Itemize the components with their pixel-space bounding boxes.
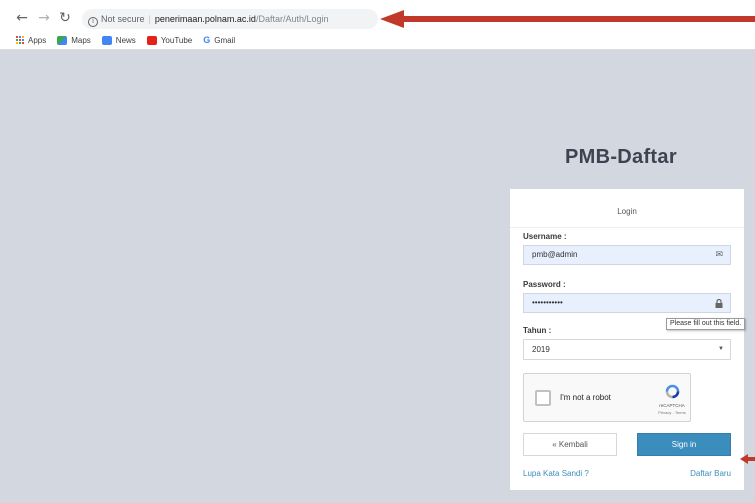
lock-icon	[715, 299, 723, 308]
recaptcha-label: I'm not a robot	[560, 393, 611, 402]
google-icon: G	[203, 35, 211, 45]
login-card: Login Username : pmb@admin ✉ Password : …	[510, 189, 744, 490]
bookmark-gmail[interactable]: G Gmail	[203, 35, 235, 45]
page-title: PMB-Daftar	[565, 146, 677, 168]
bookmark-label: News	[115, 35, 136, 45]
annotation-arrow-small-icon	[740, 454, 755, 464]
bookmark-apps[interactable]: Apps	[16, 36, 46, 45]
envelope-icon: ✉	[715, 250, 723, 260]
address-separator: |	[148, 14, 151, 24]
bookmark-youtube[interactable]: YouTube	[146, 35, 193, 45]
url-host: penerimaan.polnam.ac.id	[154, 14, 256, 24]
news-icon	[101, 35, 112, 45]
annotation-arrow-icon	[380, 10, 755, 28]
register-link[interactable]: Daftar Baru	[690, 469, 731, 478]
maps-icon	[57, 35, 68, 45]
password-value: •••••••••••	[532, 298, 563, 307]
password-input[interactable]: •••••••••••	[523, 293, 731, 313]
reload-icon[interactable]: ↻	[57, 10, 73, 26]
recaptcha-widget: I'm not a robot reCAPTCHA Privacy - Term…	[523, 373, 691, 422]
bookmark-label: Apps	[28, 35, 47, 45]
year-select[interactable]: 2019 ▼	[523, 339, 731, 360]
validation-tooltip: Please fill out this field.	[666, 318, 746, 330]
info-icon[interactable]: i	[88, 17, 98, 27]
forgot-password-link[interactable]: Lupa Kata Sandi ?	[523, 469, 589, 478]
login-header: Login	[617, 207, 637, 216]
year-label: Tahun :	[523, 326, 552, 335]
back-arrow-icon[interactable]: ←	[14, 10, 30, 26]
apps-grid-icon	[16, 36, 24, 44]
recaptcha-icon	[665, 384, 680, 399]
year-value: 2019	[532, 345, 550, 354]
youtube-icon	[146, 35, 157, 45]
username-label: Username :	[523, 232, 567, 241]
forward-arrow-icon[interactable]: →	[36, 10, 52, 26]
bookmarks-bar: Apps Maps News YouTube G Gmail	[16, 33, 246, 47]
recaptcha-terms[interactable]: Privacy - Terms	[651, 410, 693, 415]
bookmark-news[interactable]: News	[101, 35, 136, 45]
url-path: /Daftar/Auth/Login	[255, 14, 329, 24]
bookmark-maps[interactable]: Maps	[57, 35, 91, 45]
back-button[interactable]: « Kembali	[523, 433, 617, 456]
security-label: Not secure	[101, 14, 145, 24]
password-label: Password :	[523, 280, 566, 289]
bookmark-label: Maps	[71, 35, 91, 45]
bookmark-label: Gmail	[214, 35, 236, 45]
username-value: pmb@admin	[532, 250, 578, 259]
chevron-down-icon: ▼	[718, 346, 724, 352]
bookmark-label: YouTube	[160, 35, 193, 45]
username-input[interactable]: pmb@admin ✉	[523, 245, 731, 265]
recaptcha-brand: reCAPTCHA	[659, 403, 685, 408]
card-divider	[510, 227, 744, 228]
recaptcha-checkbox[interactable]	[535, 390, 551, 406]
signin-button[interactable]: Sign in	[637, 433, 731, 456]
address-bar[interactable]: i Not secure | penerimaan.polnam.ac.id/Daft…	[82, 9, 378, 29]
